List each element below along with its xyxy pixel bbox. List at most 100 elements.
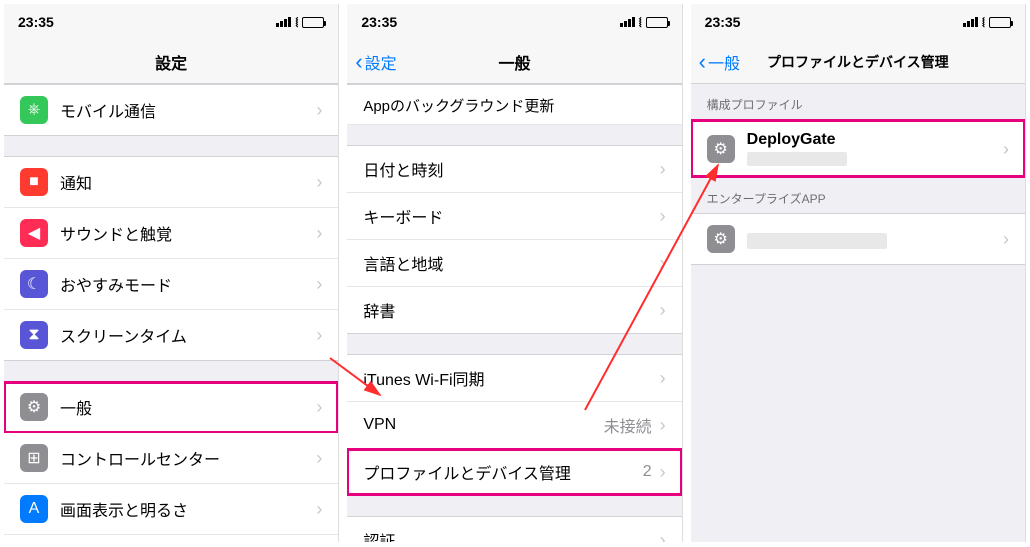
group-network: iTunes Wi-Fi同期 › VPN 未接続 › プロファイルとデバイス管理… xyxy=(347,354,681,496)
chevron-right-icon: › xyxy=(316,326,322,344)
chevron-right-icon: › xyxy=(316,275,322,293)
row-auth[interactable]: 認証 › xyxy=(347,517,681,542)
row-label: サウンドと触覚 xyxy=(60,221,316,245)
row-display[interactable]: A 画面表示と明るさ › xyxy=(4,484,338,535)
signal-icon xyxy=(620,17,635,27)
navbar: ‹ 一般 プロファイルとデバイス管理 xyxy=(691,40,1025,84)
chevron-right-icon: › xyxy=(316,500,322,518)
phone-general: 23:35 ⧙ ‹ 設定 一般 Appのバックグラウンド更新 日付と時刻 › キ… xyxy=(347,4,682,542)
chevron-right-icon: › xyxy=(316,398,322,416)
row-itunes-wifi-sync[interactable]: iTunes Wi-Fi同期 › xyxy=(347,355,681,402)
back-label: 一般 xyxy=(708,50,740,74)
row-language-region[interactable]: 言語と地域 › xyxy=(347,240,681,287)
row-profiles-device-mgmt[interactable]: プロファイルとデバイス管理 2 › xyxy=(347,449,681,495)
row-label: おやすみモード xyxy=(60,272,316,296)
switches-icon: ⊞ xyxy=(20,444,48,472)
row-label: プロファイルとデバイス管理 xyxy=(363,460,642,484)
section-header-config-profile: 構成プロファイル xyxy=(691,84,1025,119)
group-config-profiles: ⚙ DeployGate › xyxy=(691,119,1025,178)
chevron-right-icon: › xyxy=(316,101,322,119)
row-label: iTunes Wi-Fi同期 xyxy=(363,366,659,390)
row-screentime[interactable]: ⧗ スクリーンタイム › xyxy=(4,310,338,360)
wifi-icon: ⧙ xyxy=(639,14,642,31)
row-label: 画面表示と明るさ xyxy=(60,497,316,521)
row-notifications[interactable]: ■ 通知 › xyxy=(4,157,338,208)
chevron-right-icon: › xyxy=(660,369,666,387)
row-date-time[interactable]: 日付と時刻 › xyxy=(347,146,681,193)
back-label: 設定 xyxy=(365,50,397,74)
redacted-label xyxy=(747,233,887,249)
row-wallpaper[interactable]: ❀ 壁紙 › xyxy=(4,535,338,542)
row-deploygate-profile[interactable]: ⚙ DeployGate › xyxy=(691,120,1025,177)
redacted-subtitle xyxy=(747,152,847,166)
content: ⎈ モバイル通信 › ■ 通知 › ◀ サウンドと触覚 › ☾ おやすみモード … xyxy=(4,84,338,542)
row-control-center[interactable]: ⊞ コントロールセンター › xyxy=(4,433,338,484)
chevron-right-icon: › xyxy=(660,301,666,319)
row-label: 認証 xyxy=(363,528,659,542)
chevron-left-icon: ‹ xyxy=(699,51,706,73)
status-time: 23:35 xyxy=(705,14,741,30)
chevron-right-icon: › xyxy=(316,224,322,242)
row-enterprise-app[interactable]: ⚙ › xyxy=(691,214,1025,264)
chevron-right-icon: › xyxy=(660,531,666,542)
row-dictionary[interactable]: 辞書 › xyxy=(347,287,681,333)
row-background-app-refresh-cut[interactable]: Appのバックグラウンド更新 xyxy=(347,84,681,125)
signal-icon xyxy=(276,17,291,27)
hourglass-icon: ⧗ xyxy=(20,321,48,349)
nav-title: 一般 xyxy=(498,50,530,74)
chevron-right-icon: › xyxy=(660,416,666,434)
text-size-icon: A xyxy=(20,495,48,523)
row-label: 一般 xyxy=(60,395,316,419)
row-dnd[interactable]: ☾ おやすみモード › xyxy=(4,259,338,310)
chevron-right-icon: › xyxy=(660,254,666,272)
row-label: スクリーンタイム xyxy=(60,323,316,347)
chevron-right-icon: › xyxy=(660,463,666,481)
row-mobile-data[interactable]: ⎈ モバイル通信 › xyxy=(4,85,338,135)
status-time: 23:35 xyxy=(18,14,54,30)
row-label: VPN xyxy=(363,416,603,434)
row-label: 辞書 xyxy=(363,298,659,322)
status-time: 23:35 xyxy=(361,14,397,30)
group-auth: 認証 › xyxy=(347,516,681,542)
status-indicators: ⧙ xyxy=(276,14,324,31)
navbar: ‹ 設定 一般 xyxy=(347,40,681,84)
chevron-right-icon: › xyxy=(660,207,666,225)
phone-settings: 23:35 ⧙ 設定 ⎈ モバイル通信 › ■ 通知 › ◀ サウンドと触覚 xyxy=(4,4,339,542)
group-enterprise-apps: ⚙ › xyxy=(691,213,1025,265)
statusbar: 23:35 ⧙ xyxy=(347,4,681,40)
group-locale: 日付と時刻 › キーボード › 言語と地域 › 辞書 › xyxy=(347,145,681,334)
nav-title: 設定 xyxy=(155,50,187,74)
chevron-right-icon: › xyxy=(316,173,322,191)
wifi-icon: ⧙ xyxy=(295,14,298,31)
row-label: キーボード xyxy=(363,204,659,228)
row-label: 日付と時刻 xyxy=(363,157,659,181)
content: 構成プロファイル ⚙ DeployGate › エンタープライズAPP ⚙ › xyxy=(691,84,1025,542)
chevron-right-icon: › xyxy=(1003,140,1009,158)
settings-group-general: ⚙ 一般 › ⊞ コントロールセンター › A 画面表示と明るさ › ❀ 壁紙 … xyxy=(4,381,338,542)
row-label: 通知 xyxy=(60,170,316,194)
profile-icon: ⚙ xyxy=(707,225,735,253)
row-keyboard[interactable]: キーボード › xyxy=(347,193,681,240)
signal-icon xyxy=(963,17,978,27)
row-vpn[interactable]: VPN 未接続 › xyxy=(347,402,681,449)
gear-icon: ⚙ xyxy=(20,393,48,421)
settings-group-notifications: ■ 通知 › ◀ サウンドと触覚 › ☾ おやすみモード › ⧗ スクリーンタイ… xyxy=(4,156,338,361)
row-sounds[interactable]: ◀ サウンドと触覚 › xyxy=(4,208,338,259)
row-detail: 未接続 xyxy=(604,413,652,437)
antenna-icon: ⎈ xyxy=(20,96,48,124)
chevron-right-icon: › xyxy=(316,449,322,467)
row-general[interactable]: ⚙ 一般 › xyxy=(4,382,338,433)
settings-group-partial: ⎈ モバイル通信 › xyxy=(4,84,338,136)
row-label: モバイル通信 xyxy=(60,98,316,122)
profile-icon: ⚙ xyxy=(707,135,735,163)
status-indicators: ⧙ xyxy=(620,14,668,31)
row-label: DeployGate xyxy=(747,131,1003,149)
chevron-left-icon: ‹ xyxy=(355,51,362,73)
back-button[interactable]: ‹ 一般 xyxy=(699,50,740,74)
navbar: 設定 xyxy=(4,40,338,84)
bell-icon: ■ xyxy=(20,168,48,196)
content: Appのバックグラウンド更新 日付と時刻 › キーボード › 言語と地域 › 辞… xyxy=(347,84,681,542)
section-header-enterprise-app: エンタープライズAPP xyxy=(691,178,1025,213)
back-button[interactable]: ‹ 設定 xyxy=(355,50,396,74)
speaker-icon: ◀ xyxy=(20,219,48,247)
